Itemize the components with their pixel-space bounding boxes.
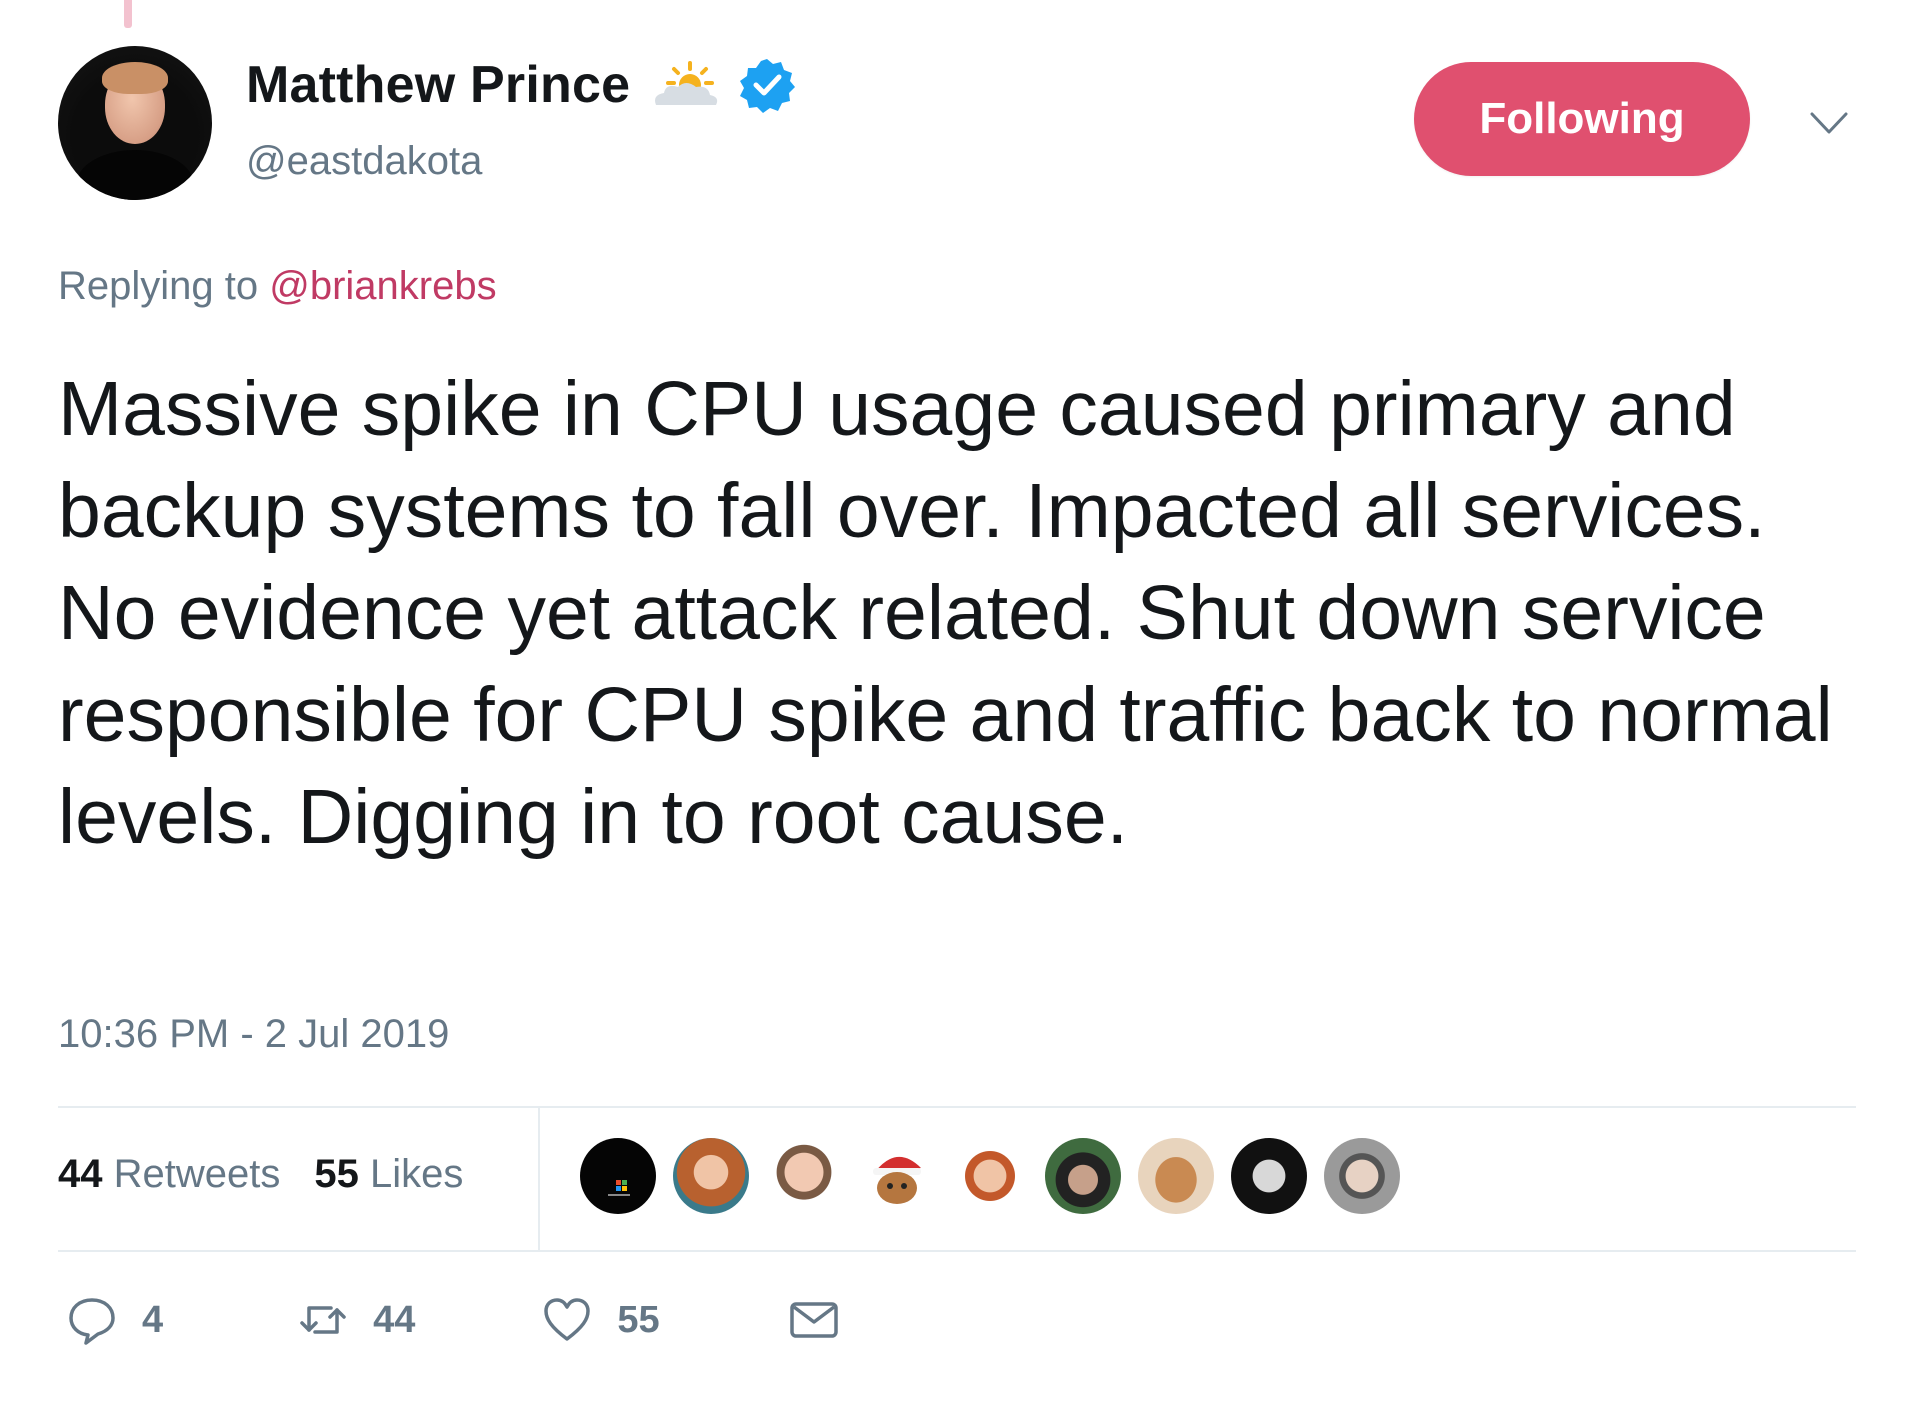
like-count: 55 — [617, 1298, 660, 1341]
retweet-icon — [300, 1306, 346, 1334]
likes-count: 55 — [314, 1152, 359, 1196]
reply-action[interactable]: 4 — [66, 1294, 163, 1346]
following-button[interactable]: Following — [1414, 62, 1750, 176]
reply-bubble-icon — [69, 1298, 115, 1345]
replying-to-line: Replying to @briankrebs — [58, 264, 497, 309]
retweets-stat-label: Retweets — [113, 1152, 281, 1196]
windows-logo-avatar[interactable] — [580, 1138, 656, 1214]
avatar-shirt — [76, 150, 194, 200]
man-red-hair-avatar[interactable] — [952, 1138, 1028, 1214]
liker-avatars — [580, 1138, 1400, 1214]
man-grey-glasses-avatar[interactable] — [1324, 1138, 1400, 1214]
santa-cartoon-avatar[interactable] — [859, 1138, 935, 1214]
direct-message-action[interactable] — [788, 1294, 840, 1346]
man-dark-glasses-avatar[interactable] — [1231, 1138, 1307, 1214]
reply-count: 4 — [142, 1298, 164, 1341]
engagement-stats: 44 Retweets 55 Likes — [58, 1152, 463, 1197]
tweet-timestamp[interactable]: 10:36 PM - 2 Jul 2019 — [58, 1012, 449, 1057]
verified-badge-icon — [740, 59, 796, 113]
stats-vertical-divider — [538, 1106, 540, 1250]
thread-connector — [124, 0, 132, 28]
retweets-count: 44 — [58, 1152, 103, 1196]
author-name-row: Matthew Prince — [246, 50, 796, 120]
woman-avatar[interactable] — [673, 1138, 749, 1214]
stats-bottom-divider — [58, 1250, 1856, 1252]
likes-stat[interactable]: 55 Likes — [314, 1152, 463, 1197]
tweet-action-bar: 4 44 55 — [58, 1294, 840, 1346]
author-handle[interactable]: @eastdakota — [246, 139, 482, 184]
man-glasses-avatar[interactable] — [766, 1138, 842, 1214]
man-hat-avatar[interactable] — [1045, 1138, 1121, 1214]
chevron-down-icon[interactable] — [1808, 106, 1850, 140]
dog-avatar[interactable] — [1138, 1138, 1214, 1214]
heart-icon — [544, 1298, 591, 1341]
envelope-icon — [789, 1302, 838, 1338]
author-display-name[interactable]: Matthew Prince — [246, 55, 630, 115]
retweet-count: 44 — [373, 1298, 416, 1341]
like-action[interactable]: 55 — [541, 1294, 660, 1346]
tweet-text: Massive spike in CPU usage caused primar… — [58, 366, 1833, 860]
likes-stat-label: Likes — [370, 1152, 464, 1196]
author-avatar[interactable] — [58, 46, 212, 200]
reply-mention-link[interactable]: @briankrebs — [269, 264, 496, 308]
avatar-hair — [102, 62, 168, 94]
replying-to-label: Replying to — [58, 264, 259, 308]
retweets-stat[interactable]: 44 Retweets — [58, 1152, 280, 1197]
stats-top-divider — [58, 1106, 1856, 1108]
sun-behind-cloud-icon — [655, 61, 718, 105]
retweet-action[interactable]: 44 — [297, 1294, 415, 1346]
